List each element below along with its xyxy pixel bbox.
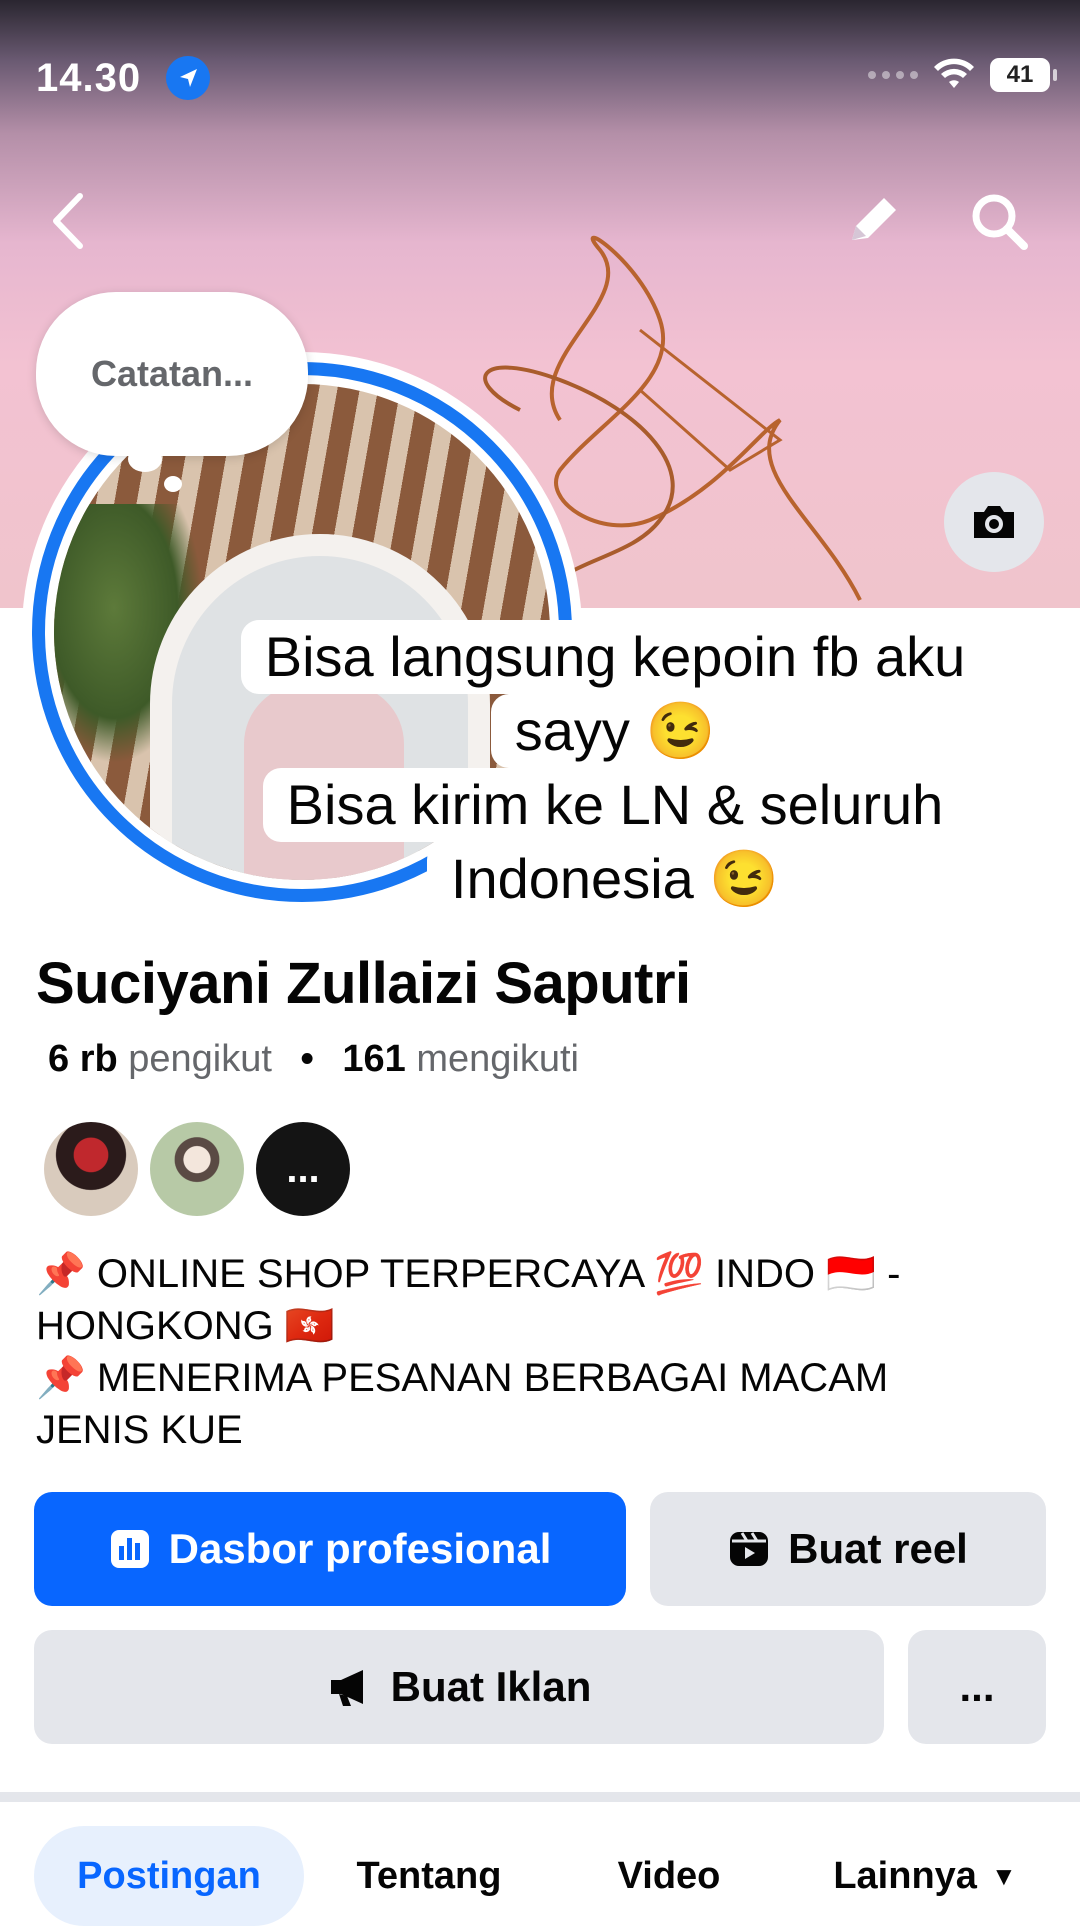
tab-more[interactable]: Lainnya ▼ [804,1826,1046,1926]
dashboard-icon [109,1528,151,1570]
note-bubble[interactable]: Catatan... [36,292,308,456]
tab-about[interactable]: Tentang [324,1826,534,1926]
search-icon[interactable] [966,188,1032,254]
section-divider [0,1792,1080,1802]
status-time: 14.30 [36,56,142,100]
bio-line: JENIS KUE [36,1408,243,1452]
signal-dots-icon [868,71,918,79]
megaphone-icon [327,1666,373,1708]
dashboard-label: Dasbor profesional [168,1525,552,1572]
battery-icon: 41 [990,58,1057,92]
caption-line: Bisa kirim ke LN & seluruh [262,768,968,842]
profile-name: Suciyani Zullaizi Saputri [36,951,691,1016]
tab-posts[interactable]: Postingan [34,1826,304,1926]
camera-icon [974,506,1014,538]
profile-bio: 📌 ONLINE SHOP TERPERCAYA 💯 INDO 🇮🇩 - HON… [36,1248,1046,1456]
more-options-button[interactable]: ... [908,1630,1046,1744]
tab-more-label: Lainnya [833,1854,977,1897]
caption-line: Bisa langsung kepoin fb aku [240,620,990,694]
bio-line: HONGKONG 🇭🇰 [36,1304,335,1348]
friend-avatar[interactable] [44,1122,138,1216]
caption-line: sayy 😉 [490,694,740,768]
bio-line: 📌 ONLINE SHOP TERPERCAYA 💯 INDO 🇮🇩 - [36,1252,901,1296]
stats-separator: • [300,1038,314,1080]
ads-label: Buat Iklan [390,1663,592,1710]
reel-label: Buat reel [788,1525,968,1572]
location-arrow-icon [166,56,210,100]
create-ad-button[interactable]: Buat Iklan [34,1630,884,1744]
profile-tabs: Postingan Tentang Video Lainnya ▼ [34,1826,1046,1926]
note-tail-small [164,476,182,492]
friend-avatars: ... [44,1122,350,1216]
profile-stats: 6 rb pengikut • 161 mengikuti [48,1038,579,1081]
cover-camera-button[interactable] [944,472,1044,572]
tab-video[interactable]: Video [574,1826,764,1926]
status-indicators: 41 [868,58,1057,92]
wifi-icon [934,58,974,88]
edit-icon[interactable] [840,188,906,254]
following-label[interactable]: mengikuti [416,1038,579,1080]
caret-down-icon: ▼ [990,1860,1017,1891]
more-friends-button[interactable]: ... [256,1122,350,1216]
following-count[interactable]: 161 [342,1038,405,1080]
followers-count[interactable]: 6 rb [48,1038,118,1080]
more-icon: ... [959,1663,995,1710]
bio-line: 📌 MENERIMA PESANAN BERBAGAI MACAM [36,1356,889,1400]
followers-label[interactable]: pengikut [128,1038,272,1080]
reel-icon [728,1528,770,1570]
friend-avatar[interactable] [150,1122,244,1216]
overlay-caption: Bisa langsung kepoin fb aku sayy 😉 Bisa … [190,620,1040,916]
status-bar: 14.30 41 [36,48,1057,108]
create-reel-button[interactable]: Buat reel [650,1492,1046,1606]
back-icon[interactable] [40,186,96,256]
caption-line: Indonesia 😉 [426,842,804,916]
note-tail [128,446,162,472]
professional-dashboard-button[interactable]: Dasbor profesional [34,1492,626,1606]
